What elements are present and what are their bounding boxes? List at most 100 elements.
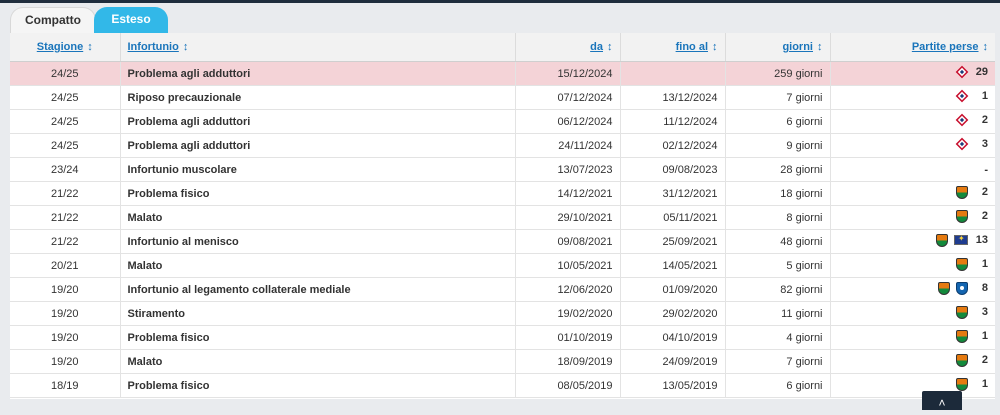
venezia-logo-icon[interactable]: [938, 281, 950, 295]
injury-cell: Riposo precauzionale: [120, 85, 516, 110]
injury-table-panel: Stagione ↕ Infortunio ↕ da ↕ fino al ↕ giorn…: [10, 33, 995, 399]
games-missed-cell: 13: [830, 229, 995, 254]
days-cell: 28 giorni: [725, 157, 831, 182]
days-cell: 8 giorni: [725, 205, 831, 230]
column-header-season[interactable]: Stagione ↕: [10, 33, 121, 62]
header-label: Infortunio: [127, 41, 179, 53]
column-header-from[interactable]: da ↕: [515, 33, 621, 62]
days-cell: 7 giorni: [725, 349, 831, 374]
venezia-logo-icon[interactable]: [936, 233, 948, 247]
tab-compact[interactable]: Compatto: [10, 7, 96, 33]
games-missed-cell: 2: [830, 205, 995, 230]
season-cell: 24/25: [10, 133, 121, 158]
games-missed-cell: 3: [830, 133, 995, 158]
table-row[interactable]: 18/19 Problema fisico 08/05/2019 13/05/2019…: [10, 373, 995, 398]
table-row[interactable]: 21/22 Problema fisico 14/12/2021 31/12/2021…: [10, 181, 995, 206]
games-missed-count: 3: [981, 138, 988, 150]
injury-cell: Malato: [120, 205, 516, 230]
table-row[interactable]: 19/20 Infortunio al legamento collaterale…: [10, 277, 995, 302]
sort-icon: ↕: [607, 41, 613, 53]
venezia-logo-icon[interactable]: [956, 329, 968, 343]
table-row[interactable]: 24/25 Problema agli adduttori 15/12/2024 25…: [10, 61, 995, 86]
from-date-cell: 13/07/2023: [515, 157, 621, 182]
games-missed-cell: 1: [830, 373, 995, 398]
venezia-logo-icon[interactable]: [956, 257, 968, 271]
lille-logo-icon[interactable]: [955, 137, 969, 151]
table-header-row: Stagione ↕ Infortunio ↕ da ↕ fino al ↕ giorn…: [10, 33, 995, 62]
venezia-logo-icon[interactable]: [956, 353, 968, 367]
until-date-cell: 01/09/2020: [620, 277, 726, 302]
until-date-cell: 25/09/2021: [620, 229, 726, 254]
injury-cell: Problema fisico: [120, 181, 516, 206]
table-row[interactable]: 24/25 Riposo precauzionale 07/12/2024 13/12…: [10, 85, 995, 110]
days-cell: 5 giorni: [725, 253, 831, 278]
season-cell: 19/20: [10, 277, 121, 302]
table-row[interactable]: 19/20 Stiramento 19/02/2020 29/02/2020 11 gi…: [10, 301, 995, 326]
header-label: fino al: [675, 41, 708, 53]
games-missed-count: -: [984, 163, 988, 176]
games-missed-count: 1: [981, 378, 988, 390]
header-label: giorni: [782, 41, 813, 53]
venezia-logo-icon[interactable]: [956, 209, 968, 223]
days-cell: 6 giorni: [725, 109, 831, 134]
until-date-cell: [620, 61, 726, 86]
table-row[interactable]: 24/25 Problema agli adduttori 06/12/2024 11…: [10, 109, 995, 134]
until-date-cell: 04/10/2019: [620, 325, 726, 350]
until-date-cell: 14/05/2021: [620, 253, 726, 278]
games-missed-count: 1: [981, 90, 988, 102]
sort-icon: ↕: [182, 41, 189, 53]
lille-logo-icon[interactable]: [955, 89, 969, 103]
injury-cell: Problema agli adduttori: [120, 109, 516, 134]
from-date-cell: 06/12/2024: [515, 109, 621, 134]
season-cell: 21/22: [10, 205, 121, 230]
games-missed-count: 13: [975, 234, 988, 246]
venezia-logo-icon[interactable]: [956, 377, 968, 391]
lille-logo-icon[interactable]: [955, 65, 969, 79]
national-team-logo-icon[interactable]: [954, 234, 968, 245]
season-cell: 23/24: [10, 157, 121, 182]
games-missed-cell: 3: [830, 301, 995, 326]
scroll-to-top-button[interactable]: ˄: [922, 391, 962, 410]
from-date-cell: 19/02/2020: [515, 301, 621, 326]
games-missed-cell: 1: [830, 253, 995, 278]
games-missed-count: 3: [981, 306, 988, 318]
table-row[interactable]: 20/21 Malato 10/05/2021 14/05/2021 5 giorni 1: [10, 253, 995, 278]
from-date-cell: 01/10/2019: [515, 325, 621, 350]
genk-logo-icon[interactable]: [956, 281, 968, 295]
until-date-cell: 29/02/2020: [620, 301, 726, 326]
days-cell: 6 giorni: [725, 373, 831, 398]
lille-logo-icon[interactable]: [955, 113, 969, 127]
games-missed-count: 8: [981, 282, 988, 294]
table-row[interactable]: 19/20 Problema fisico 01/10/2019 04/10/2019…: [10, 325, 995, 350]
season-cell: 19/20: [10, 349, 121, 374]
injury-cell: Malato: [120, 349, 516, 374]
column-header-injury[interactable]: Infortunio ↕: [120, 33, 516, 62]
column-header-games-missed[interactable]: Partite perse ↕: [830, 33, 995, 62]
from-date-cell: 12/06/2020: [515, 277, 621, 302]
injury-cell: Stiramento: [120, 301, 516, 326]
column-header-days[interactable]: giorni ↕: [725, 33, 831, 62]
table-row[interactable]: 21/22 Infortunio al menisco 09/08/2021 25/0…: [10, 229, 995, 254]
column-header-until[interactable]: fino al ↕: [620, 33, 726, 62]
table-row[interactable]: 21/22 Malato 29/10/2021 05/11/2021 8 giorni 2: [10, 205, 995, 230]
injury-cell: Problema agli adduttori: [120, 133, 516, 158]
tab-extended[interactable]: Esteso: [94, 7, 168, 33]
sort-icon: ↕: [87, 41, 93, 53]
header-label: Stagione: [36, 41, 84, 53]
from-date-cell: 14/12/2021: [515, 181, 621, 206]
table-row[interactable]: 24/25 Problema agli adduttori 24/11/2024 02…: [10, 133, 995, 158]
days-cell: 259 giorni: [725, 61, 831, 86]
from-date-cell: 09/08/2021: [515, 229, 621, 254]
games-missed-cell: 1: [830, 85, 995, 110]
days-cell: 82 giorni: [725, 277, 831, 302]
games-missed-count: 2: [981, 186, 988, 198]
from-date-cell: 08/05/2019: [515, 373, 621, 398]
games-missed-count: 2: [981, 354, 988, 366]
games-missed-cell: -: [830, 157, 995, 182]
table-row[interactable]: 19/20 Malato 18/09/2019 24/09/2019 7 giorni 2: [10, 349, 995, 374]
table-row[interactable]: 23/24 Infortunio muscolare 13/07/2023 09/08…: [10, 157, 995, 182]
until-date-cell: 05/11/2021: [620, 205, 726, 230]
venezia-logo-icon[interactable]: [956, 305, 968, 319]
chevron-up-icon: ˄: [938, 396, 946, 410]
venezia-logo-icon[interactable]: [956, 185, 968, 199]
